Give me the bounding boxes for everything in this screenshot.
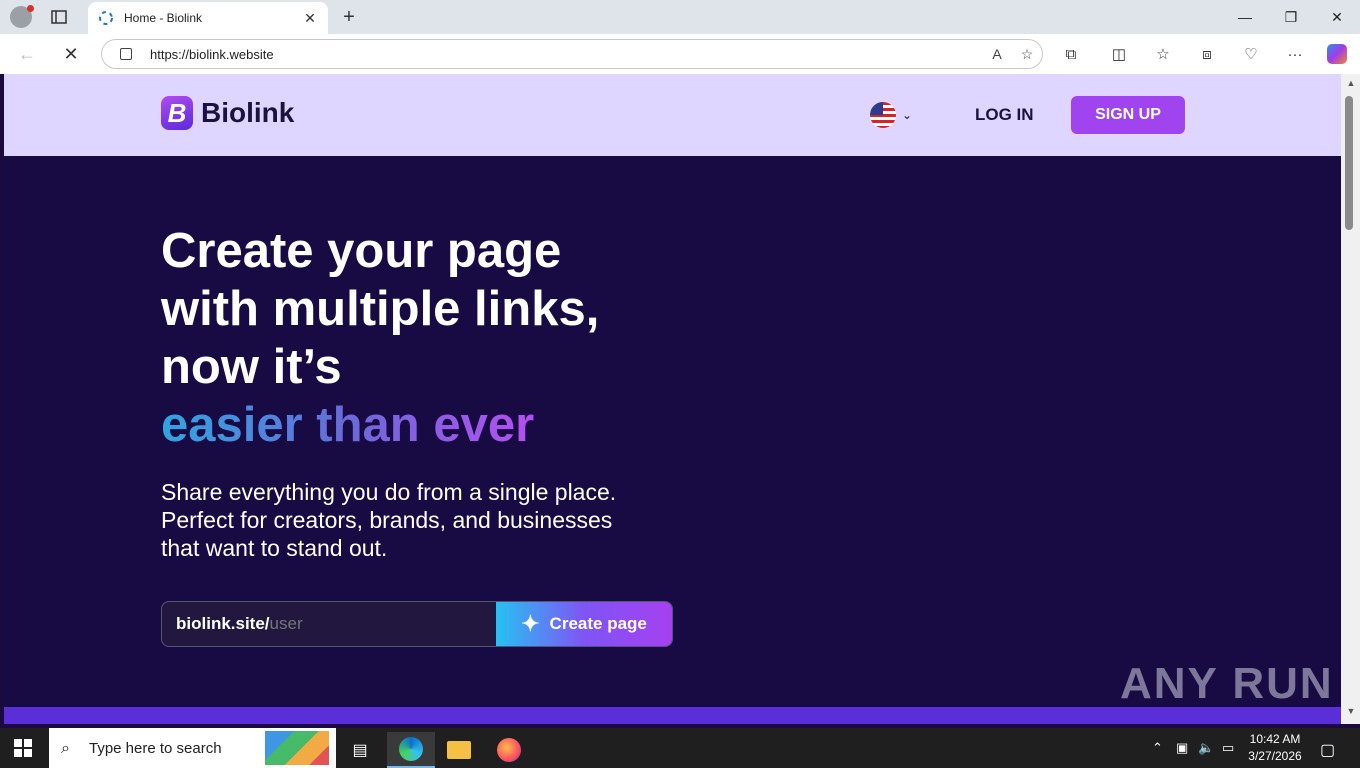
back-icon[interactable]: ← (16, 44, 38, 64)
create-page-button[interactable]: ✦ Create page (496, 602, 672, 646)
anyrun-watermark: ANY RUN (1120, 659, 1334, 708)
chevron-down-icon: ⌄ (902, 108, 913, 122)
favorite-star-icon[interactable]: ☆ (1012, 46, 1042, 63)
search-highlight-icon[interactable] (265, 731, 329, 765)
language-selector[interactable]: ⌄ (870, 102, 912, 128)
browser-essentials-icon[interactable]: ♡ (1240, 44, 1262, 64)
url-prefix: biolink.site/ (176, 614, 270, 633)
task-view-icon[interactable]: ▤ (336, 732, 384, 768)
tab-title: Home - Biolink (124, 11, 203, 25)
headline-line: Create your page (161, 224, 562, 278)
subtext-line: Perfect for creators, brands, and busine… (161, 507, 613, 533)
headline-line: now it’s (161, 340, 342, 394)
notifications-icon[interactable]: ▢ (1320, 740, 1335, 760)
stop-loading-icon[interactable]: ✕ (60, 44, 82, 64)
clock-time: 10:42 AM (1249, 732, 1301, 746)
firefox-icon[interactable] (485, 732, 533, 768)
signup-button[interactable]: SIGN UP (1071, 96, 1185, 134)
scroll-down-icon[interactable]: ▼ (1343, 706, 1359, 716)
scroll-up-icon[interactable]: ▲ (1343, 78, 1359, 88)
biolink-logo[interactable]: B Biolink (161, 96, 294, 130)
username-input[interactable] (269, 614, 420, 634)
hero-subtext: Share everything you do from a single pl… (161, 478, 661, 562)
favorites-icon[interactable]: ☆ (1152, 44, 1174, 64)
create-page-label: Create page (549, 614, 647, 633)
meet-now-icon[interactable]: ▣ (1176, 740, 1188, 756)
scrollbar-thumb[interactable] (1345, 96, 1353, 230)
tray-overflow-icon[interactable]: ⌃ (1152, 740, 1163, 756)
file-explorer-icon[interactable] (435, 732, 483, 768)
headline-line: with multiple links, (161, 282, 600, 336)
lock-icon[interactable] (120, 48, 132, 60)
close-window-icon[interactable]: ✕ (1314, 0, 1360, 34)
restore-icon[interactable]: ❐ (1268, 0, 1314, 34)
sparkle-icon: ✦ (521, 611, 540, 636)
new-tab-icon[interactable]: + (338, 6, 360, 28)
site-header: B Biolink ⌄ LOG IN SIGN UP (4, 74, 1341, 156)
extensions-icon[interactable]: ⧉ (1060, 44, 1082, 64)
login-link[interactable]: LOG IN (975, 105, 1034, 125)
tab-actions-icon[interactable] (50, 8, 68, 26)
logo-text: Biolink (201, 97, 295, 128)
url-text[interactable]: https://biolink.website (150, 47, 982, 62)
hero-headline: Create your page with multiple links, no… (161, 222, 721, 454)
search-placeholder: Type here to search (89, 739, 222, 757)
headline-accent: easier than ever (161, 398, 535, 452)
copilot-icon[interactable] (1326, 44, 1348, 64)
tab-close-icon[interactable]: ✕ (302, 10, 318, 27)
split-screen-icon[interactable]: ◫ (1108, 44, 1130, 64)
more-menu-icon[interactable]: ··· (1284, 44, 1306, 64)
web-page: B Biolink ⌄ LOG IN SIGN UP Create your p… (4, 74, 1341, 724)
username-field[interactable]: biolink.site/ (162, 602, 496, 646)
clock-date: 3/27/2026 (1248, 749, 1302, 763)
read-aloud-icon[interactable]: A (982, 46, 1012, 62)
us-flag-icon (870, 102, 896, 128)
network-icon[interactable]: ▭ (1222, 740, 1234, 756)
minimize-icon[interactable]: — (1222, 0, 1268, 34)
collections-icon[interactable]: ⧈ (1196, 44, 1218, 64)
tab-home-biolink[interactable]: Home - Biolink ✕ (88, 2, 328, 34)
volume-icon[interactable]: 🔈 (1198, 740, 1214, 756)
search-icon: ⌕ (61, 740, 70, 757)
subtext-line: Share everything you do from a single pl… (161, 479, 617, 505)
edge-taskbar-icon[interactable] (387, 732, 435, 768)
section-divider-band (4, 707, 1341, 724)
subtext-line: that want to stand out. (161, 535, 388, 561)
address-bar[interactable]: https://biolink.website A ☆ (101, 39, 1043, 69)
notification-dot (27, 5, 34, 12)
loading-favicon-icon (98, 10, 114, 26)
biolink-logo-icon: B (161, 96, 193, 130)
taskbar-clock[interactable]: 10:42 AM 3/27/2026 (1240, 731, 1310, 765)
create-page-form: biolink.site/ ✦ Create page (161, 601, 673, 647)
windows-start-icon[interactable] (14, 739, 32, 757)
